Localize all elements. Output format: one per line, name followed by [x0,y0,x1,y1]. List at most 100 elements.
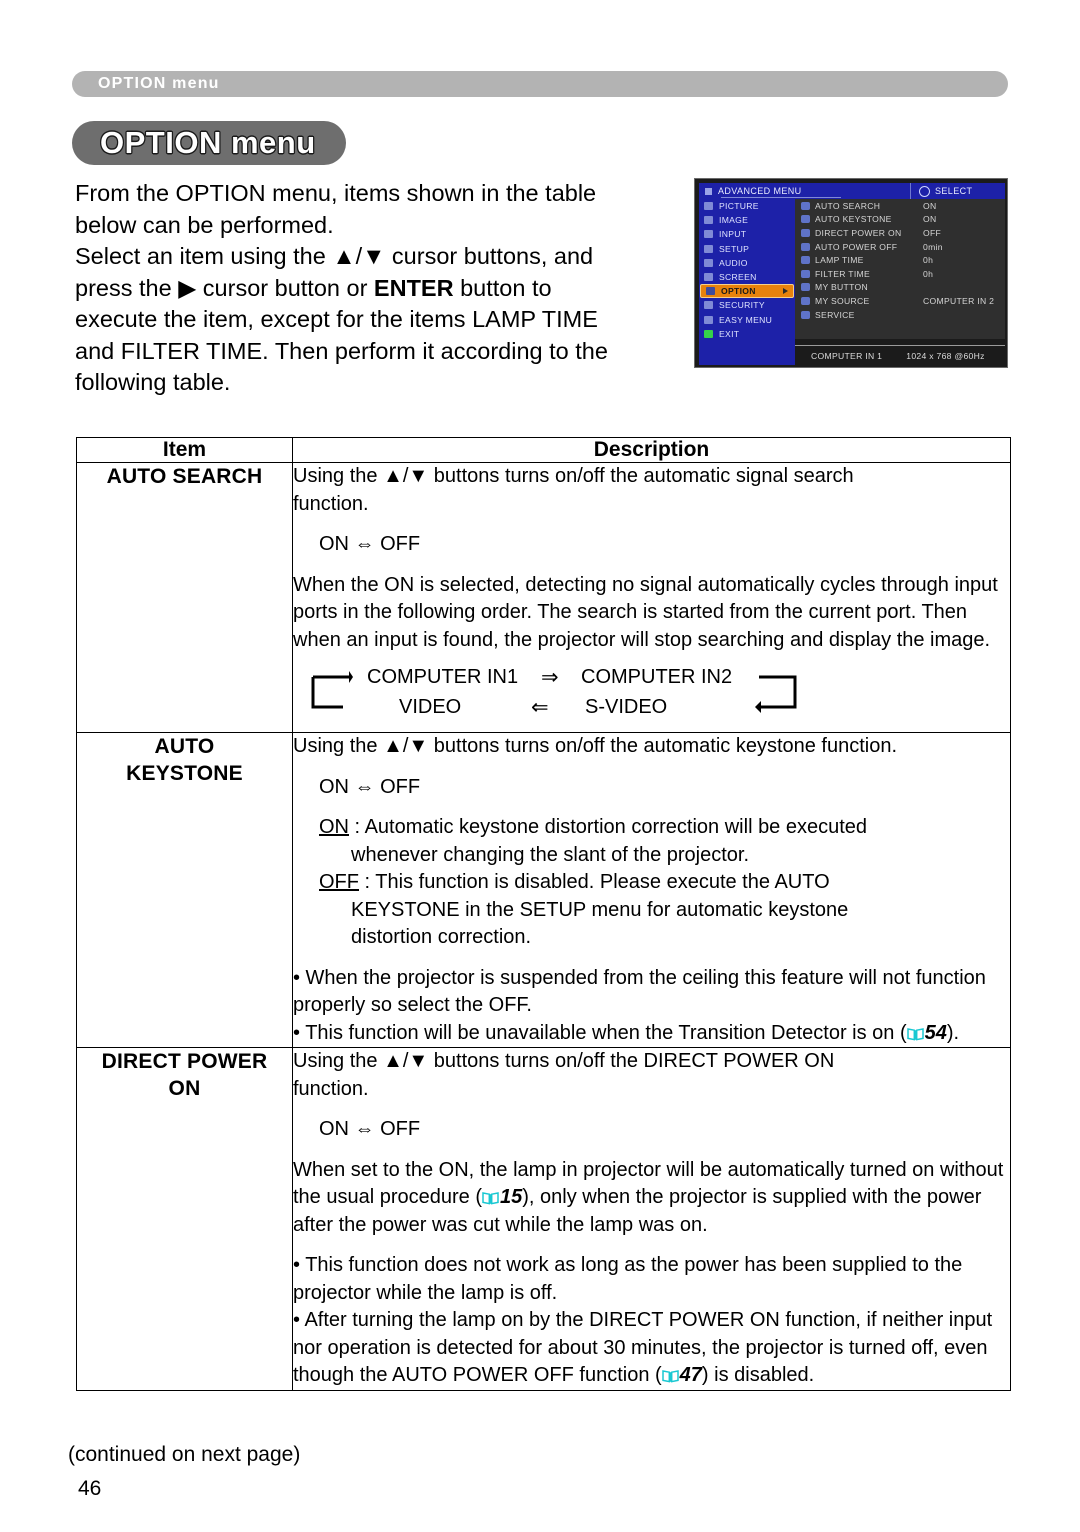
osd-sidebar-label: AUDIO [719,257,748,268]
picture-icon [704,202,713,211]
direct-power-on-icon [801,228,810,237]
osd-row-lamp-time[interactable]: LAMP TIME 0h [795,253,1005,267]
osd-status-mode: 1024 x 768 @60Hz [906,351,985,361]
osd-sidebar-item-screen[interactable]: SCREEN [699,270,795,284]
auto-keystone-off-desc: OFF : This function is disabled. Please … [293,869,1010,952]
cycle-label-s-video: S-VIDEO [585,696,668,718]
intro-line-6: and FILTER TIME. Then perform it accordi… [75,337,608,364]
text-fragment: : Automatic keystone distortion correcti… [349,816,868,838]
text-fragment: ) is disabled. [701,1364,815,1386]
osd-sidebar-label: SECURITY [719,300,765,311]
osd-row-filter-time[interactable]: FILTER TIME 0h [795,267,1005,281]
osd-option-panel: AUTO SEARCH ON AUTO KEYSTONE ON DIRECT P… [795,199,1005,339]
osd-row-auto-power-off[interactable]: AUTO POWER OFF 0min [795,240,1005,254]
intro-line-4b: cursor button or [196,274,374,301]
table-row: DIRECT POWER ON Using the ▲/▼ buttons tu… [76,1047,1011,1391]
osd-row-label: AUTO SEARCH [815,200,881,211]
table-header-row: Item Description [76,437,1011,463]
right-cursor-icon: ▶ [178,274,197,301]
osd-row-my-source[interactable]: MY SOURCE COMPUTER IN 2 [795,294,1005,308]
item-direct-power-on: DIRECT POWER ON [76,1047,293,1391]
continued-note: (continued on next page) [68,1443,301,1466]
running-header-text: OPTION menu [98,75,220,92]
text-fragment: Using the [293,1050,384,1072]
column-header-item: Item [76,437,293,463]
auto-search-icon [801,201,810,210]
osd-row-label: FILTER TIME [815,268,871,279]
osd-sidebar-label: INPUT [719,229,747,240]
enter-keyword: ENTER [373,274,454,301]
text-fragment: KEYSTONE in the SETUP menu for automatic… [351,898,849,921]
osd-sidebar-item-setup[interactable]: SETUP [699,242,795,256]
intro-line-4a: press the [75,274,179,301]
my-button-icon [801,283,810,292]
service-icon [801,310,810,319]
select-wheel-icon [919,185,930,197]
osd-sidebar-item-security[interactable]: SECURITY [699,298,795,312]
osd-sidebar-label: IMAGE [719,215,749,226]
osd-sidebar-item-picture[interactable]: PICTURE [699,199,795,213]
cycle-arrow-left-icon: ⇐ [531,696,549,719]
osd-sidebar-item-option[interactable]: OPTION [700,284,794,299]
setup-icon [704,244,713,253]
my-source-icon [801,296,810,305]
text-fragment: whenever changing the slant of the proje… [351,843,750,866]
intro-paragraph: From the OPTION menu, items shown in the… [75,178,675,399]
osd-row-value: 0min [923,241,943,252]
osd-sidebar-item-easy-menu[interactable]: EASY MENU [699,313,795,327]
osd-row-auto-search[interactable]: AUTO SEARCH ON [795,199,1005,213]
osd-select-label: SELECT [935,186,973,196]
osd-sidebar-label: SCREEN [719,272,757,283]
intro-line-1: From the OPTION menu, items shown in the… [75,180,597,206]
osd-sidebar-label: SETUP [719,243,750,254]
filter-time-icon [801,269,810,278]
image-icon [704,216,713,225]
osd-sidebar-label: EXIT [719,328,740,339]
osd-sidebar: PICTURE IMAGE INPUT SETUP AUDIO SCREEN O… [699,199,795,365]
page-title: OPTION menu [100,125,316,160]
reference-page-number: 54 [924,1021,947,1044]
osd-row-value: ON [923,214,937,225]
updown-cursor-icon: ▲/▼ [383,735,429,757]
text-fragment: buttons turns on/off the automatic signa… [428,465,854,487]
osd-row-label: SERVICE [815,309,855,320]
osd-row-my-button[interactable]: MY BUTTON [795,281,1005,295]
item-label-line1: DIRECT POWER [101,1050,268,1073]
easy-menu-icon [704,315,713,324]
book-reference-icon [661,1369,679,1383]
osd-row-label: MY SOURCE [815,295,870,306]
osd-row-auto-keystone[interactable]: AUTO KEYSTONE ON [795,213,1005,227]
osd-sidebar-item-input[interactable]: INPUT [699,227,795,241]
input-icon [704,230,713,239]
osd-status-source: COMPUTER IN 1 [811,351,883,361]
auto-search-toggle: ON ⇔ OFF [319,533,421,555]
audio-note-icon [704,258,713,267]
osd-row-label: LAMP TIME [815,255,864,266]
option-menu-table: Item Description AUTO SEARCH Using the ▲… [76,437,1011,1391]
osd-row-direct-power-on[interactable]: DIRECT POWER ON OFF [795,226,1005,240]
description-direct-power-on: Using the ▲/▼ buttons turns on/off the D… [292,1047,1011,1391]
lamp-time-icon [801,256,810,265]
page-title-pill: OPTION menu [72,121,346,165]
cycle-right-loop-arrow [755,675,797,713]
text-fragment: function. [293,1077,369,1100]
intro-line-3b: cursor buttons, and [385,243,594,269]
auto-keystone-intro: Using the ▲/▼ buttons turns on/off the a… [293,733,1010,761]
osd-sidebar-item-exit[interactable]: EXIT [699,327,795,341]
osd-row-value: COMPUTER IN 2 [923,295,995,306]
osd-row-service[interactable]: SERVICE [795,308,1005,322]
auto-keystone-bullet-1: • When the projector is suspended from t… [293,966,986,1017]
auto-keystone-on-desc: ON : Automatic keystone distortion corre… [293,814,1010,869]
osd-row-value: 0h [923,255,934,266]
exit-icon [704,329,713,338]
cycle-label-video: VIDEO [399,696,462,718]
text-fragment: Using the [293,465,384,487]
text-fragment: • This function will be unavailable when… [293,1021,907,1044]
running-header-band: OPTION menu [72,71,1008,97]
osd-sidebar-item-audio[interactable]: AUDIO [699,256,795,270]
osd-sidebar-item-image[interactable]: IMAGE [699,213,795,227]
cycle-arrow-right-icon: ⇒ [541,666,559,689]
table-row: AUTO KEYSTONE Using the ▲/▼ buttons turn… [76,732,1011,1048]
screen-icon [704,273,713,282]
osd-row-label: AUTO POWER OFF [815,241,898,252]
